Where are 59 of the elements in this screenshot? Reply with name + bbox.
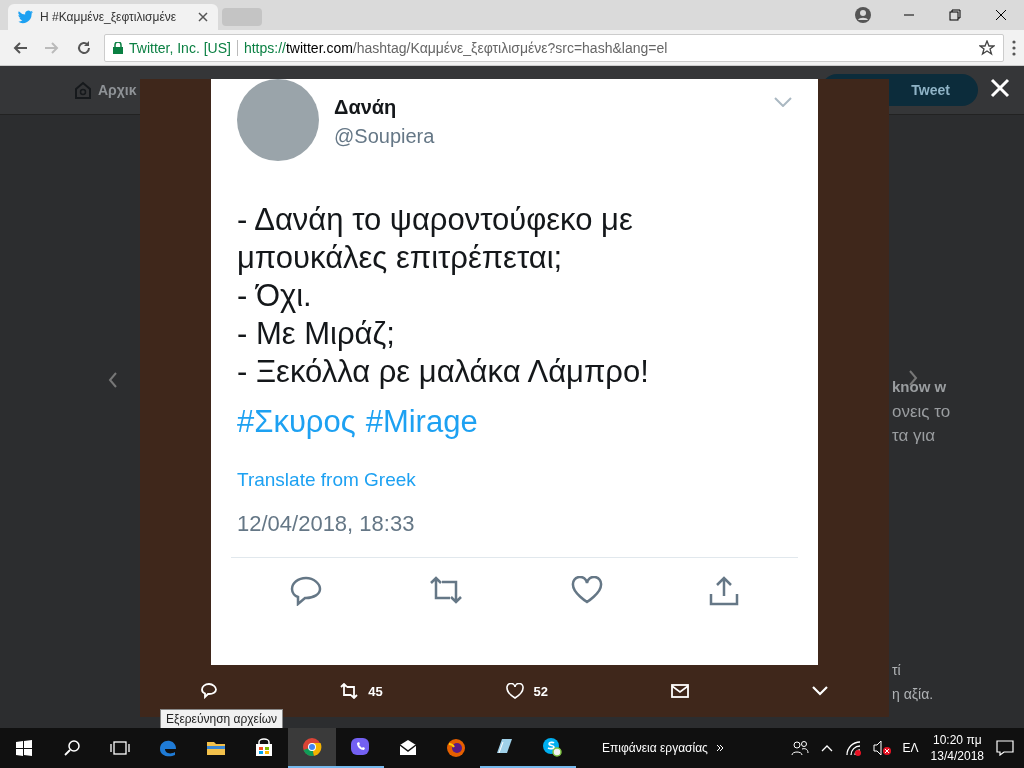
bird-icon <box>18 10 34 24</box>
profile-icon[interactable] <box>855 7 871 23</box>
heart-icon <box>505 683 524 699</box>
home-link[interactable]: Αρχικ <box>98 82 137 98</box>
url-text: https://twitter.com/hashtag/Καμμένε_ξεφτιλισμένε?src=hash&lang=el <box>243 39 668 56</box>
envelope-icon <box>670 684 689 698</box>
reload-icon[interactable] <box>76 39 92 56</box>
lock-icon <box>113 41 123 54</box>
chevron-down-icon <box>774 97 792 107</box>
background-text: η αξία. <box>892 686 934 702</box>
restore-icon[interactable] <box>949 9 961 21</box>
background-text: τί <box>892 662 901 678</box>
user-name: Δανάη <box>334 96 398 119</box>
retweet-icon <box>340 683 359 699</box>
search-icon <box>64 740 80 756</box>
retweet-icon <box>428 576 465 604</box>
envelope-icon <box>398 738 418 758</box>
muted-speaker-icon[interactable] <box>872 740 891 756</box>
skype-logo-icon <box>542 737 562 757</box>
share-icon <box>708 576 739 606</box>
tooltip: Εξερεύνηση αρχείων <box>160 709 283 728</box>
security-label: Twitter, Inc. [US] <box>129 39 231 56</box>
user-handle: @Soupiera <box>334 125 435 148</box>
close-icon[interactable] <box>995 9 1007 21</box>
clock-time[interactable]: 10:20 πμ <box>933 733 982 747</box>
retweet-button[interactable]: 45 <box>336 679 387 703</box>
clock-date[interactable]: 13/4/2018 <box>930 749 984 763</box>
double-chevron-icon[interactable] <box>715 744 724 752</box>
desktop-toolbar-label[interactable]: Επιφάνεια εργασίας <box>602 741 708 755</box>
notification-icon[interactable] <box>996 740 1014 756</box>
background-text: τα για <box>892 426 936 446</box>
people-icon[interactable] <box>790 740 809 756</box>
menu-icon[interactable] <box>1012 39 1016 56</box>
star-icon[interactable] <box>979 39 995 56</box>
taskbar-app[interactable] <box>288 728 336 768</box>
heart-icon <box>570 576 603 604</box>
browser-tab[interactable]: Η #Καμμένε_ξεφτιλισμένε <box>8 4 218 30</box>
chrome-logo-icon <box>302 737 322 757</box>
like-button[interactable]: 52 <box>501 679 552 703</box>
address-bar[interactable]: Twitter, Inc. [US] https://twitter.com/hashtag/Καμμένε_ξεφτιλισμένε?src=hash&lang=el <box>104 33 1004 62</box>
windows-logo-icon <box>16 740 32 756</box>
speech-bubble-icon <box>201 683 218 699</box>
speech-bubble-icon <box>290 576 323 606</box>
language-indicator[interactable]: ΕΛ <box>902 741 919 755</box>
firefox-logo-icon <box>446 738 466 758</box>
caret-up-icon[interactable] <box>820 744 833 752</box>
edge-logo-icon <box>158 738 178 758</box>
shopping-bag-icon <box>254 738 274 758</box>
close-icon[interactable] <box>198 12 208 22</box>
task-view-icon <box>110 740 130 756</box>
background-text: ονεις το <box>892 402 951 422</box>
back-arrow-icon[interactable] <box>12 39 28 56</box>
phone-bubble-icon <box>350 737 370 757</box>
background-text: know w <box>892 378 947 395</box>
wifi-icon[interactable] <box>844 740 861 756</box>
tweet-text: - Δανάη το ψαροντούφεκο με μπουκάλες επιτρέπεται; - Όχι. - Με Μιράζ; - Ξεκόλλα ρε μαλάκα Λάμπρο! <box>237 201 650 391</box>
close-icon <box>990 78 1010 98</box>
chevron-down-icon <box>811 686 828 696</box>
tweet-date: 12/04/2018, 18:33 <box>237 511 416 537</box>
